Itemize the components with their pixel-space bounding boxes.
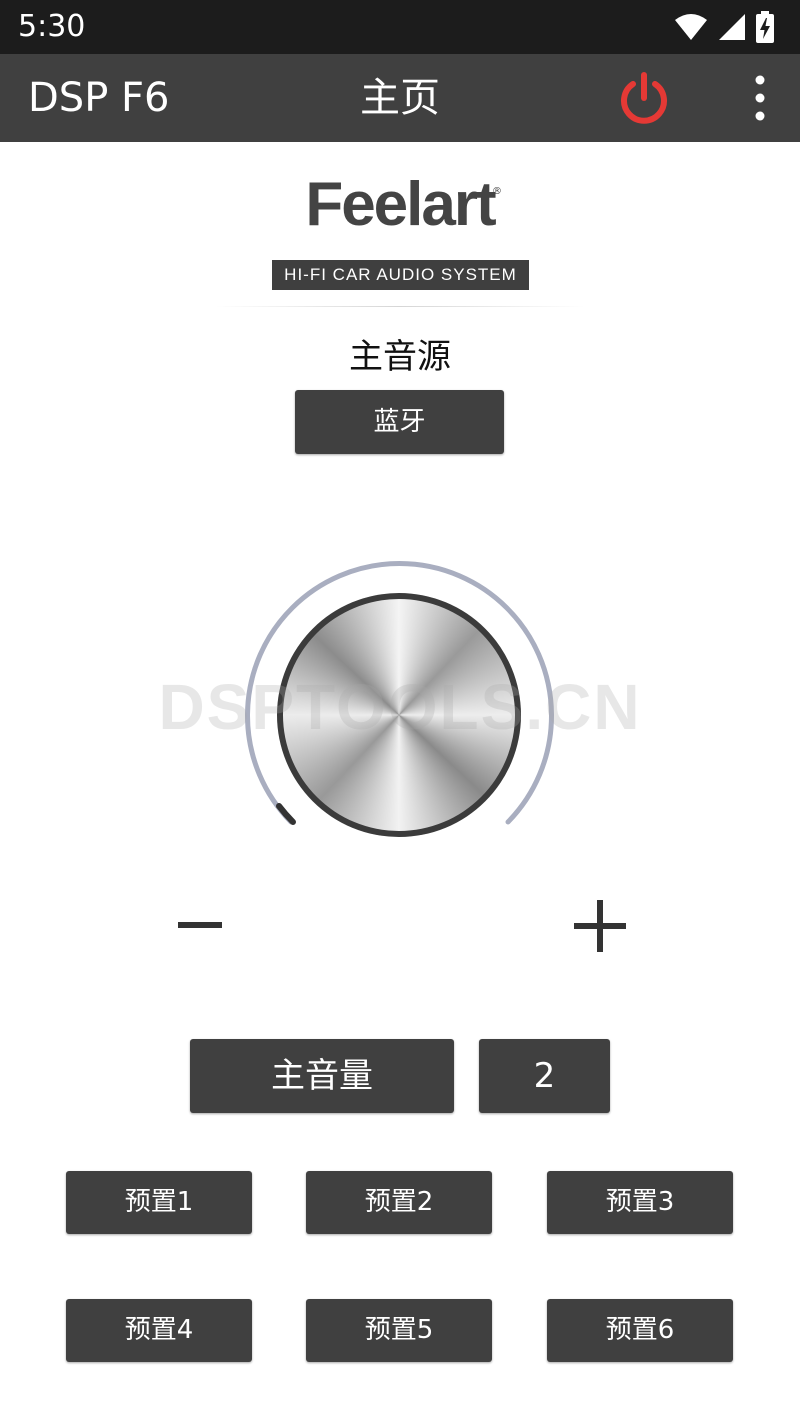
battery-charging-icon	[756, 11, 774, 43]
logo-divider	[215, 306, 585, 307]
status-icons	[674, 10, 774, 44]
more-options-button[interactable]	[740, 72, 780, 124]
volume-down-button[interactable]	[175, 900, 225, 950]
app-bar: DSP F6 主页	[0, 54, 800, 142]
plus-icon	[574, 900, 626, 952]
brand-tagline: HI-FI CAR AUDIO SYSTEM	[272, 260, 529, 290]
power-button[interactable]	[616, 70, 672, 126]
source-select-button[interactable]: 蓝牙	[295, 390, 504, 454]
preset-4-button[interactable]: 预置4	[66, 1299, 252, 1362]
preset-2-button[interactable]: 预置2	[306, 1171, 492, 1234]
brand-wordmark: Feelart	[305, 170, 496, 239]
preset-3-button[interactable]: 预置3	[547, 1171, 733, 1234]
wifi-icon	[675, 14, 707, 40]
status-bar: 5:30	[0, 0, 800, 54]
page-title: 主页	[360, 75, 440, 121]
preset-1-button[interactable]: 预置1	[66, 1171, 252, 1234]
more-vert-icon	[755, 75, 765, 121]
minus-icon	[178, 922, 222, 928]
status-time: 5:30	[18, 9, 86, 44]
master-volume-label: 主音量	[190, 1039, 454, 1113]
watermark: DSPTOOLS.CN	[158, 671, 642, 743]
brand-logo: Feelart ® HI-FI CAR AUDIO SYSTEM	[0, 170, 800, 310]
cell-signal-icon	[719, 14, 745, 40]
master-volume-value[interactable]: 2	[479, 1039, 610, 1113]
source-label: 主音源	[349, 337, 451, 377]
power-icon	[621, 72, 667, 124]
registered-mark: ®	[492, 186, 502, 197]
volume-up-button[interactable]	[572, 898, 628, 954]
preset-6-button[interactable]: 预置6	[547, 1299, 733, 1362]
preset-5-button[interactable]: 预置5	[306, 1299, 492, 1362]
